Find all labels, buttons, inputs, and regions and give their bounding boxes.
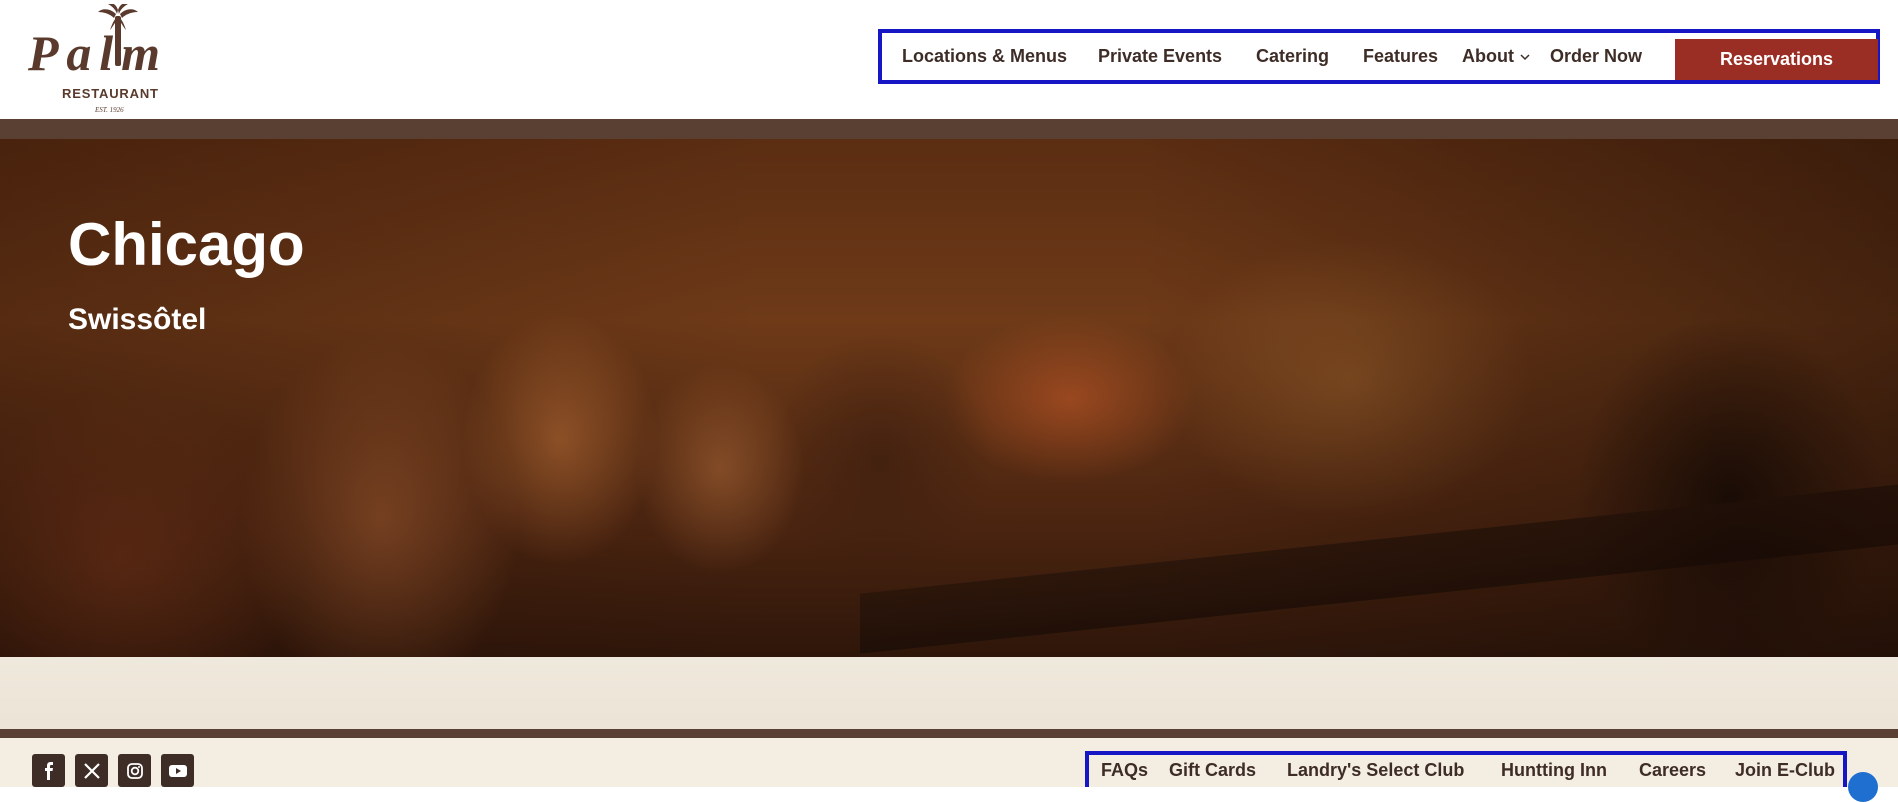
footer-link-careers[interactable]: Careers [1639,760,1706,781]
palm-logo[interactable]: Palm RESTAURANT EST. 1926 [27,3,168,114]
nav-locations-menus[interactable]: Locations & Menus [902,46,1067,67]
logo-established: EST. 1926 [94,106,124,114]
footer-link-gift-cards[interactable]: Gift Cards [1169,760,1256,781]
site-header: Palm RESTAURANT EST. 1926 Locations & Me… [0,0,1898,119]
x-icon[interactable] [75,754,108,787]
footer-navigation: FAQs Gift Cards Landry's Select Club Hun… [1085,751,1847,787]
footer-divider-band [0,729,1898,738]
facebook-icon[interactable] [32,754,65,787]
logo-subtitle: RESTAURANT [62,86,158,101]
nav-about-label: About [1462,46,1514,66]
instagram-icon[interactable] [118,754,151,787]
site-footer: FAQs Gift Cards Landry's Select Club Hun… [0,738,1898,787]
logo-brand: Palm [28,25,160,81]
nav-features[interactable]: Features [1363,46,1438,67]
venue-name: Swissôtel [68,303,207,336]
nav-catering[interactable]: Catering [1256,46,1329,67]
footer-link-join-e-club[interactable]: Join E-Club [1735,760,1835,781]
youtube-icon[interactable] [161,754,194,787]
nav-private-events[interactable]: Private Events [1098,46,1222,67]
main-navigation: Locations & Menus Private Events Caterin… [878,29,1880,84]
accessibility-widget-icon[interactable] [1848,772,1878,802]
footer-link-huntting-inn[interactable]: Huntting Inn [1501,760,1607,781]
nav-order-now[interactable]: Order Now [1550,46,1642,67]
header-divider-band [0,119,1898,139]
hero-banner: Chicago Swissôtel [0,139,1898,657]
social-links [32,754,194,787]
paper-texture-band [0,657,1898,729]
page-title: Chicago [68,211,305,278]
nav-about[interactable]: About [1462,46,1530,67]
chevron-down-icon [1520,53,1530,60]
footer-link-landrys-select-club[interactable]: Landry's Select Club [1287,760,1464,781]
reservations-button[interactable]: Reservations [1675,39,1878,80]
footer-link-faqs[interactable]: FAQs [1101,760,1148,781]
